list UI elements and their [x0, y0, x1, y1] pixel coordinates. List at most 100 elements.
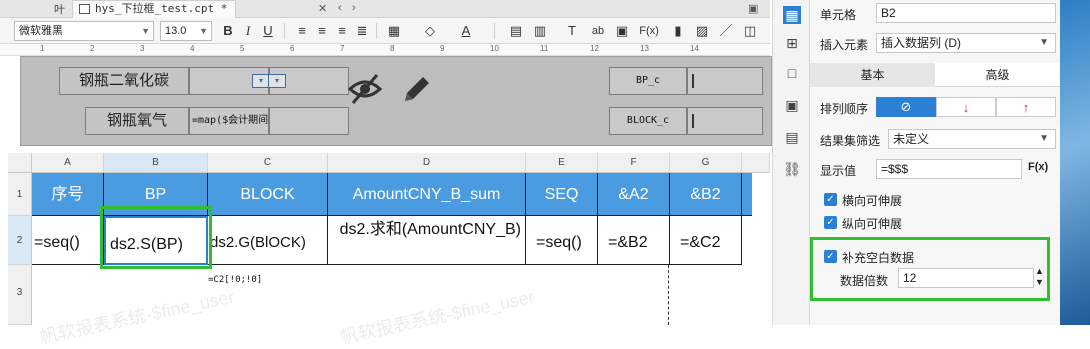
cell-note-c3[interactable]: =C2[!0;!0] [208, 275, 262, 285]
param-field-co2-end[interactable]: ▾ [268, 67, 349, 95]
column-header-c[interactable]: C [208, 153, 328, 173]
parameter-pane[interactable]: 钢瓶二氧化碳 ▾ ▾ 钢瓶氧气 =map($会计期间 BP_c BLOCK_c [20, 56, 772, 146]
header-cell[interactable]: SEQ [526, 173, 598, 216]
font-color-button[interactable]: A [456, 21, 476, 41]
column-header-e[interactable]: E [526, 153, 598, 173]
editor-tabstrip: 叶 hys_下拉框_test.cpt * ✕ ‹ › ▣ [0, 0, 770, 18]
bold-button[interactable]: B [218, 21, 238, 41]
more-icon[interactable]: ◫ [740, 21, 760, 41]
header-cell[interactable]: &B2 [670, 173, 742, 216]
align-right-icon[interactable]: ≡ [332, 21, 352, 41]
chevron-down-icon[interactable]: ▾ [268, 74, 286, 88]
row-header-3[interactable]: 3 [8, 265, 32, 325]
checkbox-vertical-label: 纵向可伸展 [842, 217, 903, 231]
formula-button[interactable]: F(x) [636, 21, 662, 41]
chevron-down-icon[interactable]: ▼ [1035, 277, 1044, 287]
merge-icon[interactable]: ▥ [530, 21, 550, 41]
report-grid[interactable]: A B C D E F G 1 2 3 序号 BP BLOCK AmountCN… [8, 153, 770, 347]
text-icon[interactable]: T [562, 21, 582, 41]
underline-button[interactable]: U [258, 21, 278, 41]
toolbar-divider [284, 23, 285, 39]
chevron-up-icon[interactable]: ▲ [1035, 266, 1044, 276]
sort-asc-button[interactable]: ↓ [936, 97, 996, 117]
header-cell[interactable]: AmountCNY_B_sum [328, 173, 526, 216]
caret-icon [692, 114, 694, 128]
widget-icon[interactable]: ⊞ [783, 34, 801, 52]
spinner[interactable]: ▲ ▼ [1034, 266, 1046, 288]
column-header-d[interactable]: D [328, 153, 526, 173]
ab-button[interactable]: ab [588, 21, 608, 41]
chevron-down-icon: ▼ [199, 26, 208, 36]
data-cell[interactable]: =&B2 [598, 216, 670, 265]
hidden-eye-icon[interactable] [347, 71, 383, 115]
font-size-select[interactable]: 13.0 ▼ [160, 21, 212, 41]
checkbox-fill-blank[interactable]: ✓ [824, 250, 837, 263]
header-cell[interactable]: BLOCK [208, 173, 328, 216]
align-justify-icon[interactable]: ≣ [352, 21, 372, 41]
param-field-co2[interactable]: ▾ [189, 67, 270, 95]
link-icon[interactable]: ⛓ [783, 160, 801, 178]
cell-attr-icon[interactable]: ▦ [783, 6, 801, 24]
column-header-g[interactable]: G [670, 153, 742, 173]
row-header-1[interactable]: 1 [8, 173, 32, 216]
chart-icon[interactable]: ▮ [668, 21, 688, 41]
nav-left-icon[interactable]: ‹ [338, 2, 342, 14]
font-family-value: 微软雅黑 [19, 25, 63, 37]
header-cell[interactable]: 序号 [32, 173, 104, 216]
dropdown-icon[interactable]: ▣ [612, 21, 632, 41]
file-tab[interactable]: hys_下拉框_test.cpt * [72, 0, 237, 18]
border-icon[interactable]: ▦ [384, 21, 404, 41]
dropdown-icon[interactable]: ▣ [783, 96, 801, 114]
grid-corner[interactable] [8, 153, 32, 173]
image-icon[interactable]: ▨ [692, 21, 712, 41]
param-formula-field[interactable]: =map($会计期间 [189, 107, 269, 135]
checkbox-fill-blank-label: 补充空白数据 [842, 251, 915, 265]
align-center-icon[interactable]: ≡ [312, 21, 332, 41]
filter-select[interactable]: 未定义 ▼ [888, 129, 1056, 149]
align-left-icon[interactable]: ≡ [292, 21, 312, 41]
close-icon[interactable]: ✕ [318, 2, 327, 15]
insert-select[interactable]: 插入数据列 (D) ▼ [876, 33, 1056, 53]
grid-icon[interactable]: ▤ [506, 21, 526, 41]
font-size-value: 13.0 [165, 25, 187, 37]
column-header-f[interactable]: F [598, 153, 670, 173]
ruler-label: 3 [140, 44, 145, 53]
hyperlink-icon[interactable]: ▤ [783, 128, 801, 146]
fill-color-icon[interactable]: ◇ [420, 21, 440, 41]
checkbox-vertical[interactable]: ✓ [824, 216, 837, 229]
italic-button[interactable]: I [238, 21, 258, 41]
header-cell[interactable]: &A2 [598, 173, 670, 216]
edit-pencil-icon[interactable] [399, 71, 435, 115]
sort-none-button[interactable]: ⊘ [876, 97, 936, 117]
format-toolbar: 微软雅黑 ▼ 13.0 ▼ B I U ≡ ≡ ≡ ≣ ▦ ◇ A ▤ ▥ T … [0, 18, 770, 44]
expand-icon[interactable]: ▣ [748, 2, 758, 15]
ruler-label: 1 [40, 44, 45, 53]
property-panel: 单元格 B2 插入元素 插入数据列 (D) ▼ 基本 高级 排列顺序 ⊘ ↓ ↑… [810, 0, 1060, 325]
checkbox-horizontal[interactable]: ✓ [824, 193, 837, 206]
param-field-bp[interactable] [687, 67, 763, 95]
cell-input[interactable]: B2 [876, 3, 1056, 23]
display-value-input[interactable]: =$$$ [876, 159, 1022, 179]
formula-button[interactable]: F(x) [1028, 161, 1048, 173]
watermark: 帆软报表系统-$fine_user [38, 286, 237, 348]
param-field-block[interactable] [687, 107, 763, 135]
sort-desc-button[interactable]: ↑ [996, 97, 1056, 117]
nav-right-icon[interactable]: › [352, 2, 356, 14]
param-field-o2-end[interactable] [269, 107, 349, 135]
slash-icon[interactable]: ／ [716, 21, 736, 41]
data-cell[interactable]: =&C2 [670, 216, 742, 265]
tab-basic[interactable]: 基本 [810, 63, 935, 87]
data-cell[interactable]: ds2.求和(AmountCNY_B) [328, 216, 526, 265]
data-cell[interactable]: =seq() [32, 216, 104, 265]
font-family-select[interactable]: 微软雅黑 ▼ [14, 21, 154, 41]
multiple-input[interactable]: 12 [898, 268, 1034, 288]
border-icon[interactable]: □ [783, 64, 801, 82]
data-cell[interactable]: =seq() [526, 216, 598, 265]
data-cell[interactable]: ds2.G(BlOCK) [208, 216, 328, 265]
column-header-a[interactable]: A [32, 153, 104, 173]
column-header-b[interactable]: B [104, 153, 208, 173]
tab-advanced[interactable]: 高级 [935, 63, 1060, 87]
row-header-2[interactable]: 2 [8, 216, 32, 265]
column-header-blank[interactable] [742, 153, 770, 173]
header-cell-blank[interactable] [742, 173, 752, 216]
